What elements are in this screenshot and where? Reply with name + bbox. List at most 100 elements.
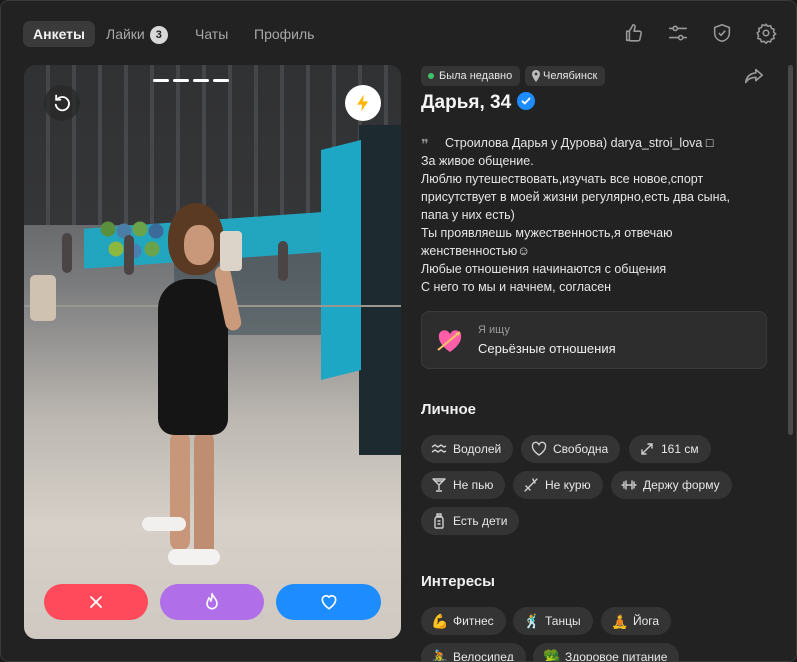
interest-tag: 💪 Фитнес [421, 607, 506, 635]
boost-button[interactable] [345, 85, 381, 121]
dumbbell-icon [621, 480, 637, 490]
personal-section-title: Личное [421, 401, 477, 418]
personal-tag: Держу форму [611, 471, 732, 499]
photo-scene [220, 231, 242, 271]
tab-label: Анкеты [33, 26, 85, 42]
tag-label: Не пью [453, 478, 494, 492]
flame-icon [206, 592, 218, 610]
bio-line: папа у них есть) [421, 208, 515, 222]
heart-arrow-icon [437, 330, 462, 352]
photo-scene [62, 233, 72, 273]
photo-scene [142, 517, 186, 531]
tag-label: 161 см [661, 442, 699, 456]
bio-line: За живое общение. [421, 154, 534, 168]
bio-line: Ты проявляешь мужественность,я отвечаю [421, 226, 673, 240]
photo-scene [321, 140, 361, 380]
tag-label: Есть дети [453, 514, 508, 528]
lightning-icon [357, 94, 368, 112]
rewind-icon [54, 94, 70, 112]
seeking-card: Я ищу Серьёзные отношения [421, 311, 767, 369]
personal-tag: Водолей [421, 435, 514, 463]
seeking-label: Я ищу [478, 324, 510, 336]
tab-profile[interactable]: Профиль [254, 21, 314, 47]
aquarius-icon [431, 444, 447, 453]
filters-icon[interactable] [667, 22, 691, 46]
gear-icon[interactable] [755, 22, 779, 46]
tag-label: Держу форму [643, 478, 720, 492]
photo-indicator[interactable] [153, 79, 169, 82]
profile-name: Дарья, 34 [421, 92, 536, 114]
glass-icon [432, 478, 446, 492]
tag-label: Фитнес [453, 614, 494, 628]
tag-label: Йога [633, 614, 660, 628]
personal-tag: Есть дети [421, 507, 520, 535]
close-icon [90, 596, 102, 608]
personal-tag: Не пью [421, 471, 506, 499]
share-arrow-icon [744, 68, 764, 84]
baby-bottle-icon [434, 513, 444, 529]
verified-badge-icon [517, 92, 536, 110]
flexed-biceps-icon: 💪 [431, 613, 449, 629]
city-text: Челябинск [543, 70, 598, 82]
like-button[interactable] [276, 584, 381, 620]
photo-scene [278, 241, 288, 281]
location-pin-icon [532, 70, 540, 82]
bio-line: С него то мы и начнем, согласен [421, 280, 612, 294]
profile-bio: Строилова Дарья у Дурова) darya_stroi_lo… [421, 134, 767, 296]
status-badge: Была недавно [421, 66, 521, 86]
photo-scene [194, 431, 214, 561]
photo-indicator[interactable] [173, 79, 189, 82]
tag-label: Свободна [553, 442, 609, 456]
personal-tag: Свободна [521, 435, 621, 463]
bio-line: Строилова Дарья у Дурова) darya_stroi_lo… [445, 136, 714, 150]
online-dot-icon [428, 73, 434, 79]
tab-label: Чаты [195, 26, 229, 42]
tab-chats[interactable]: Чаты [195, 21, 228, 47]
height-arrows-icon [641, 443, 653, 455]
broccoli-icon: 🥦 [543, 649, 561, 662]
tag-label: Велосипед [453, 650, 514, 662]
scrollbar[interactable] [788, 65, 793, 435]
name-age-text: Дарья, 34 [421, 92, 512, 113]
tab-likes[interactable]: Лайки 3 [106, 21, 168, 47]
photo-indicator[interactable] [193, 79, 209, 82]
superlike-button[interactable] [160, 584, 264, 620]
interest-tag: 🕺 Танцы [513, 607, 593, 635]
photo-pagination [153, 79, 233, 83]
city-badge: Челябинск [525, 66, 606, 86]
personal-tag: 161 см [629, 435, 711, 463]
tag-label: Водолей [453, 442, 502, 456]
dislike-button[interactable] [44, 584, 148, 620]
tab-label: Лайки [106, 26, 145, 42]
heart-outline-icon [531, 441, 547, 456]
profile-photo[interactable] [24, 65, 401, 639]
photo-scene [30, 275, 56, 321]
interest-tag: 🚴 Велосипед [421, 643, 526, 662]
bio-line: присутствует в моей жизни регулярно,есть… [421, 190, 730, 204]
photo-scene [100, 221, 170, 265]
photo-scene [359, 125, 401, 455]
thumbs-up-icon[interactable] [623, 22, 647, 46]
heart-icon [321, 594, 336, 610]
yoga-icon: 🧘 [611, 613, 629, 629]
app-window: Анкеты Лайки 3 Чаты Профиль Была недавно… [0, 0, 797, 662]
no-smoking-icon [524, 478, 538, 492]
status-text: Была недавно [439, 70, 513, 82]
interest-tag: 🧘 Йога [601, 607, 672, 635]
likes-count-badge: 3 [149, 26, 168, 44]
bicycle-icon: 🚴 [431, 649, 449, 662]
photo-scene [184, 225, 214, 265]
bio-line: женственностью☺ [421, 244, 531, 258]
interests-section-title: Интересы [421, 573, 495, 590]
photo-indicator[interactable] [213, 79, 229, 82]
shield-check-icon[interactable] [711, 22, 735, 46]
photo-scene [170, 431, 190, 551]
bio-line: Любые отношения начинаются с общения [421, 262, 667, 276]
bio-line: Люблю путешествовать,изучать все новое,с… [421, 172, 704, 186]
seeking-value: Серьёзные отношения [478, 341, 616, 356]
photo-scene [124, 235, 134, 275]
share-button[interactable] [743, 65, 767, 89]
rewind-button[interactable] [44, 85, 80, 121]
tag-label: Не курю [545, 478, 591, 492]
tab-ankety[interactable]: Анкеты [23, 21, 95, 47]
